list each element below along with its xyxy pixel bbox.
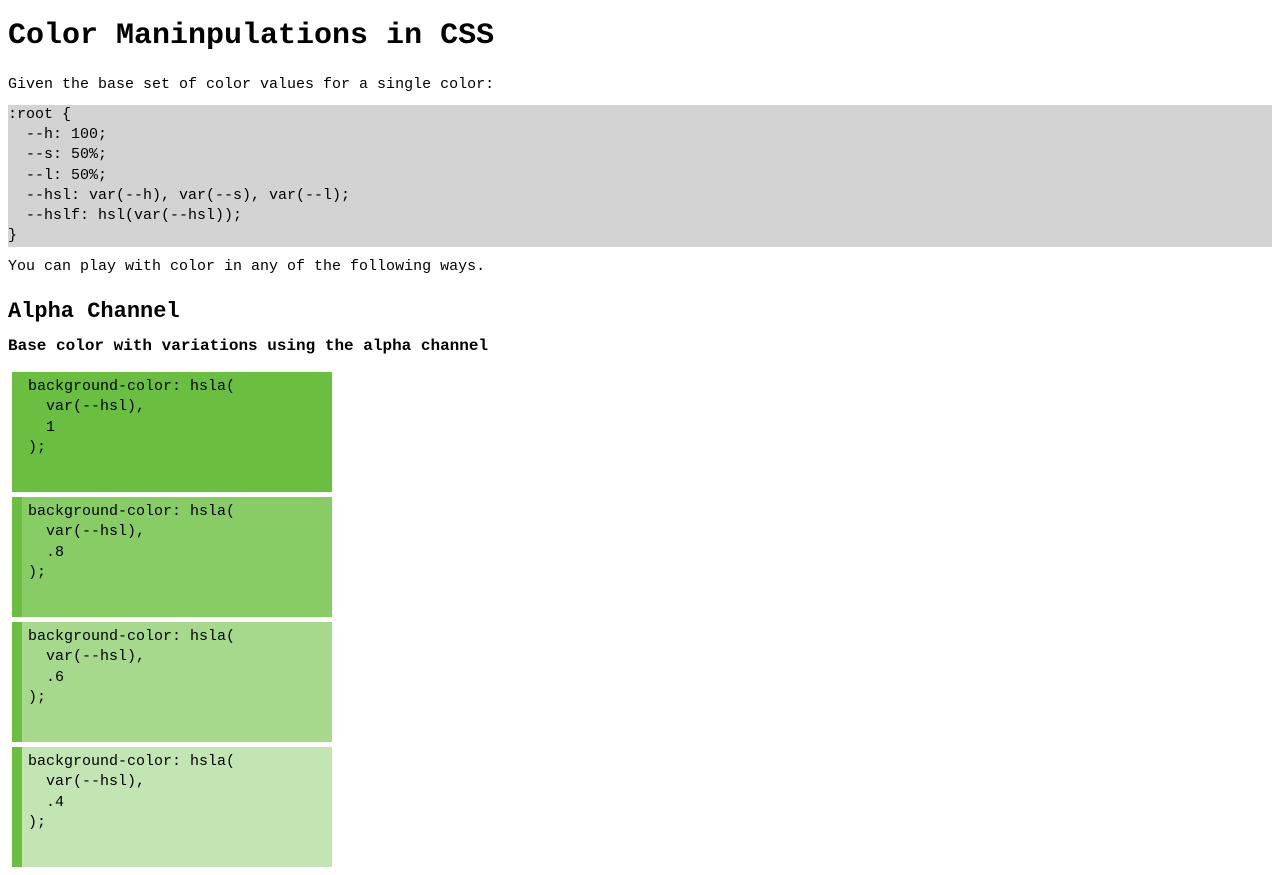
root-code-block: :root { --h: 100; --s: 50%; --l: 50%; --… bbox=[8, 105, 1272, 247]
section-heading-alpha: Alpha Channel bbox=[8, 297, 1272, 327]
page-title: Color Maninpulations in CSS bbox=[8, 16, 1272, 57]
swatch-alpha-06: background-color: hsla( var(--hsl), .6 )… bbox=[12, 622, 332, 742]
swatch-alpha-1: background-color: hsla( var(--hsl), 1 ); bbox=[12, 372, 332, 492]
swatch-alpha-04: background-color: hsla( var(--hsl), .4 )… bbox=[12, 747, 332, 867]
swatch-alpha-08: background-color: hsla( var(--hsl), .8 )… bbox=[12, 497, 332, 617]
swatch-list: background-color: hsla( var(--hsl), 1 );… bbox=[12, 372, 332, 867]
section-subheading-alpha: Base color with variations using the alp… bbox=[8, 336, 1272, 358]
after-code-paragraph: You can play with color in any of the fo… bbox=[8, 257, 1272, 277]
intro-paragraph: Given the base set of color values for a… bbox=[8, 75, 1272, 95]
